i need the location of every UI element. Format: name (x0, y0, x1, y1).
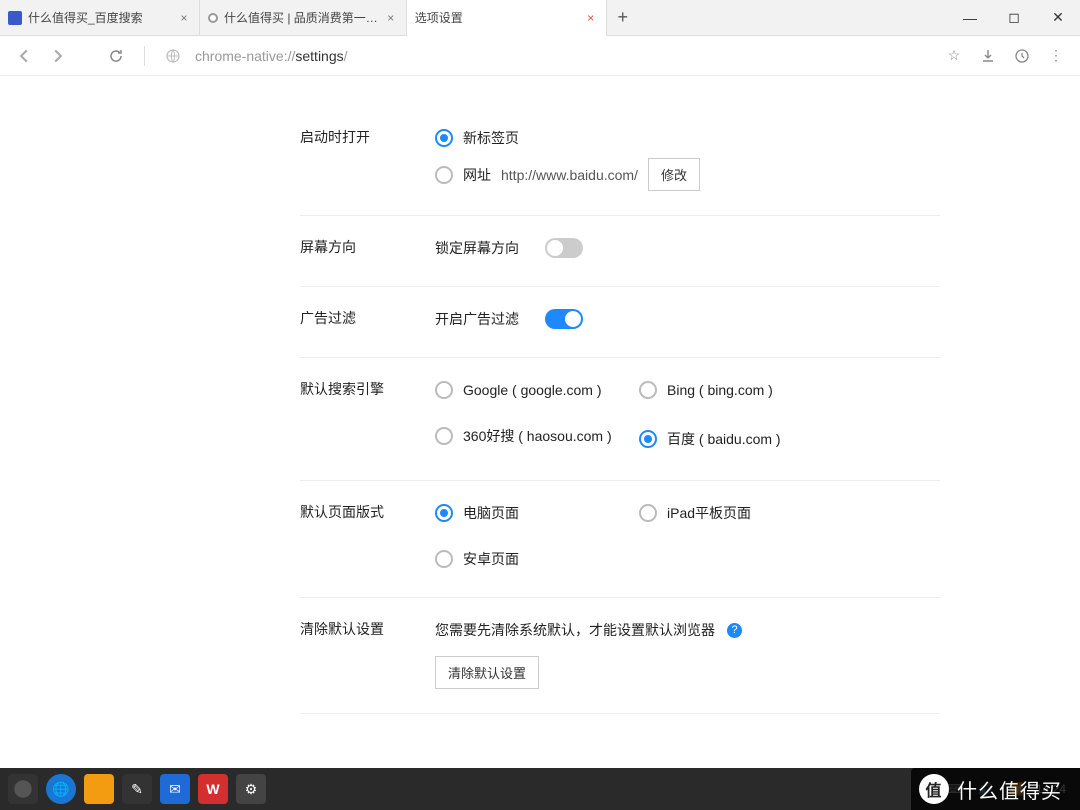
new-tab-button[interactable]: + (607, 0, 639, 35)
clear-default-button[interactable]: 清除默认设置 (435, 656, 539, 689)
close-icon[interactable]: × (177, 11, 191, 25)
radio-newtab[interactable] (435, 129, 453, 147)
radio-desktop[interactable] (435, 504, 453, 522)
favicon-icon (8, 11, 22, 25)
site-info-icon[interactable] (161, 44, 185, 68)
option-label: 百度 ( baidu.com ) (667, 429, 781, 449)
radio-android[interactable] (435, 550, 453, 568)
radio-ipad[interactable] (639, 504, 657, 522)
url-text[interactable]: chrome-native://settings/ (195, 48, 348, 64)
menu-icon[interactable]: ⋮ (1044, 44, 1068, 68)
back-button[interactable] (12, 44, 36, 68)
adblock-toggle[interactable] (545, 309, 583, 329)
taskbar-app2-icon[interactable]: ✎ (122, 774, 152, 804)
taskbar-wps-icon[interactable]: W (198, 774, 228, 804)
section-search-engine: 默认搜索引擎 Google ( google.com ) Bing ( bing… (300, 358, 940, 481)
forward-button[interactable] (46, 44, 70, 68)
favicon-icon (208, 13, 218, 23)
section-label: 启动时打开 (300, 124, 435, 191)
history-icon[interactable] (1010, 44, 1034, 68)
tab-settings[interactable]: 选项设置 × (407, 0, 607, 36)
reload-button[interactable] (104, 44, 128, 68)
option-label: Bing ( bing.com ) (667, 382, 773, 398)
option-label: 电脑页面 (463, 503, 519, 523)
tab-baidu-search[interactable]: 什么值得买_百度搜索 × (0, 0, 200, 35)
orientation-toggle[interactable] (545, 238, 583, 258)
section-adblock: 广告过滤 开启广告过滤 (300, 287, 940, 358)
tab-strip: 什么值得买_百度搜索 × 什么值得买 | 品质消费第一… × 选项设置 × + … (0, 0, 1080, 36)
radio-haosou[interactable] (435, 427, 453, 445)
section-orientation: 屏幕方向 锁定屏幕方向 (300, 216, 940, 287)
section-page-style: 默认页面版式 电脑页面 iPad平板页面 安卓页面 (300, 481, 940, 598)
radio-baidu[interactable] (639, 430, 657, 448)
minimize-button[interactable]: — (948, 0, 992, 35)
tab-label: 什么值得买 | 品质消费第一… (224, 9, 378, 26)
option-label: 新标签页 (463, 128, 519, 148)
maximize-button[interactable]: ◻ (992, 0, 1036, 35)
radio-url[interactable] (435, 166, 453, 184)
option-label: Google ( google.com ) (463, 382, 602, 398)
option-label: 安卓页面 (463, 549, 519, 569)
section-label: 广告过滤 (300, 305, 435, 333)
option-label: 锁定屏幕方向 (435, 238, 519, 258)
section-clear-default: 清除默认设置 您需要先清除系统默认，才能设置默认浏览器 ? 清除默认设置 (300, 598, 940, 714)
option-label: 开启广告过滤 (435, 309, 519, 329)
startup-url-value: http://www.baidu.com/ (501, 167, 638, 183)
address-bar: chrome-native://settings/ ☆ ⋮ (0, 36, 1080, 76)
info-icon[interactable]: ? (727, 623, 742, 638)
option-label: 网址 (463, 165, 491, 185)
close-icon[interactable]: × (384, 11, 398, 25)
section-startup: 启动时打开 新标签页 网址 http://www.baidu.com/ 修改 (300, 106, 940, 216)
section-label: 默认页面版式 (300, 499, 435, 573)
section-label: 默认搜索引擎 (300, 376, 435, 456)
tab-label: 选项设置 (415, 9, 578, 26)
option-label: iPad平板页面 (667, 503, 751, 523)
taskbar-home-icon[interactable] (8, 774, 38, 804)
option-label: 360好搜 ( haosou.com ) (463, 426, 612, 446)
hint-text: 您需要先清除系统默认，才能设置默认浏览器 (435, 620, 715, 640)
modify-button[interactable]: 修改 (648, 158, 700, 191)
close-icon[interactable]: × (584, 11, 598, 25)
close-window-button[interactable]: ✕ (1036, 0, 1080, 35)
star-icon[interactable]: ☆ (942, 44, 966, 68)
taskbar-mail-icon[interactable]: ✉ (160, 774, 190, 804)
radio-google[interactable] (435, 381, 453, 399)
radio-bing[interactable] (639, 381, 657, 399)
section-label: 屏幕方向 (300, 234, 435, 262)
divider (144, 46, 145, 66)
taskbar-settings-icon[interactable]: ⚙ (236, 774, 266, 804)
watermark: 什么值得买 (911, 768, 1080, 810)
section-label: 清除默认设置 (300, 616, 435, 689)
settings-content: 启动时打开 新标签页 网址 http://www.baidu.com/ 修改 屏… (0, 76, 1080, 768)
download-icon[interactable] (976, 44, 1000, 68)
taskbar-app1-icon[interactable] (84, 774, 114, 804)
tab-smzdm[interactable]: 什么值得买 | 品质消费第一… × (200, 0, 407, 35)
tab-label: 什么值得买_百度搜索 (28, 9, 171, 26)
taskbar-browser-icon[interactable]: 🌐 (46, 774, 76, 804)
